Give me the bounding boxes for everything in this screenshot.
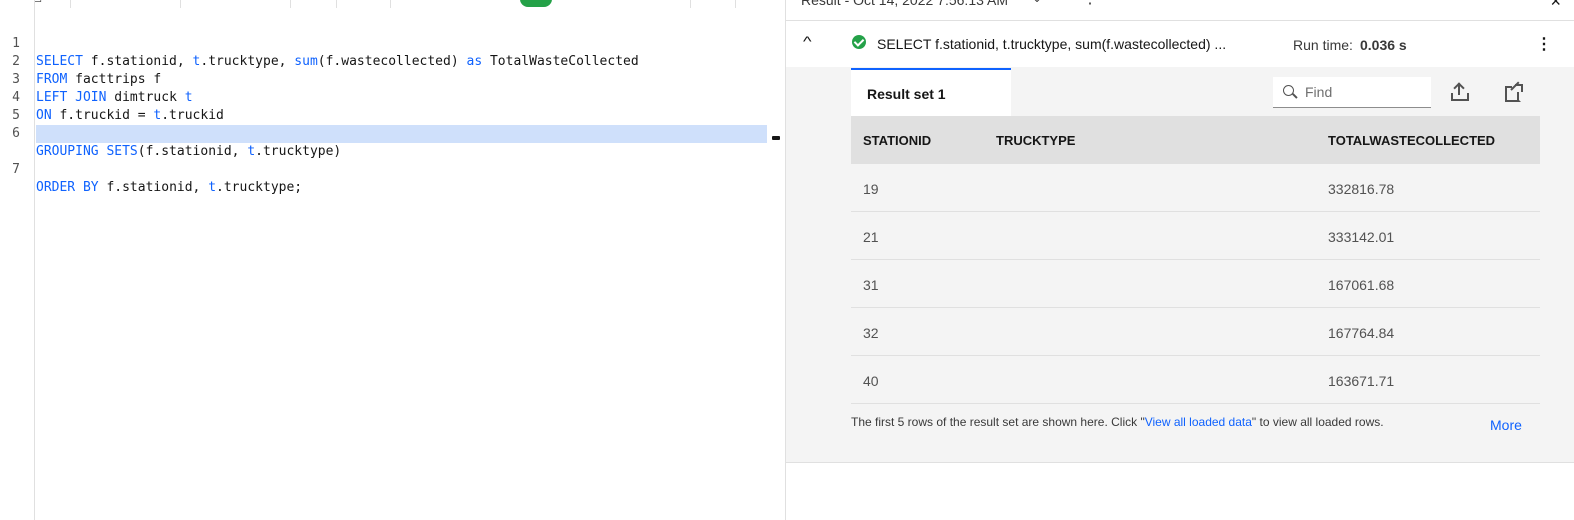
- run-time-value: 0.036 s: [1360, 37, 1407, 53]
- code-line-active: 7 ORDER BY f.stationid, t.trucktype;: [0, 125, 785, 195]
- code-text: GROUPING SETS(f.stationid, t.trucktype): [36, 144, 342, 159]
- more-link[interactable]: More: [1490, 417, 1522, 433]
- resize-handle[interactable]: [772, 136, 780, 140]
- column-header-totalwastecollected[interactable]: TOTALWASTECOLLECTED: [1328, 133, 1495, 148]
- column-header-trucktype[interactable]: TRUCKTYPE: [996, 133, 1075, 148]
- cell-stationid: 40: [863, 373, 879, 389]
- toolbar-divider: [735, 0, 736, 8]
- find-search[interactable]: [1273, 77, 1431, 108]
- table-header: STATIONID TRUCKTYPE TOTALWASTECOLLECTED: [851, 116, 1540, 164]
- code-line: 1 SELECT f.stationid, t.trucktype, sum(f…: [0, 17, 785, 69]
- tab-label: Result set 1: [867, 86, 946, 102]
- close-icon[interactable]: ×: [1550, 0, 1561, 10]
- code-line: 6 GROUPING SETS(f.stationid, t.trucktype…: [0, 107, 785, 159]
- toolbar-divider: [390, 0, 391, 8]
- run-time-label: Run time:: [1293, 37, 1353, 53]
- toolbar-divider: [290, 0, 291, 8]
- overflow-menu-icon[interactable]: ⋮: [1082, 0, 1098, 8]
- table-row[interactable]: 32 167764.84: [851, 308, 1540, 356]
- cell-stationid: 31: [863, 277, 879, 293]
- line-number: 7: [12, 162, 20, 177]
- code-line: 2 FROM facttrips f: [0, 35, 785, 87]
- cell-total: 167061.68: [1328, 277, 1395, 293]
- editor-toolbar: ▭: [0, 0, 785, 8]
- find-input[interactable]: [1303, 83, 1427, 101]
- footnote-suffix: " to view all loaded rows.: [1251, 415, 1384, 429]
- query-result-panel: ^ SELECT f.stationid, t.trucktype, sum(f…: [786, 21, 1574, 463]
- cell-stationid: 21: [863, 229, 879, 245]
- footnote-prefix: The first 5 rows of the result set are s…: [851, 415, 1145, 429]
- cell-stationid: 32: [863, 325, 879, 341]
- chevron-up-icon[interactable]: ^: [803, 33, 812, 49]
- cell-total: 333142.01: [1328, 229, 1395, 245]
- line-highlight: [36, 125, 767, 143]
- code-area[interactable]: 1 SELECT f.stationid, t.trucktype, sum(f…: [0, 17, 785, 195]
- results-header: Result - Oct 14, 2022 7:56:13 AM ⌄ ⋮ ×: [786, 0, 1574, 21]
- column-header-stationid[interactable]: STATIONID: [863, 133, 931, 148]
- table-row[interactable]: 40 163671.71: [851, 356, 1540, 404]
- syntax-assistant-toggle[interactable]: [520, 0, 552, 7]
- results-title[interactable]: Result - Oct 14, 2022 7:56:13 AM: [801, 0, 1008, 8]
- code-line: 5 GROUP BY: [0, 89, 785, 141]
- success-check-icon: [852, 35, 866, 49]
- table-row[interactable]: 21 333142.01: [851, 212, 1540, 260]
- cell-total: 167764.84: [1328, 325, 1395, 341]
- overflow-menu-icon[interactable]: ⋮: [1536, 34, 1552, 54]
- table-row[interactable]: 19 332816.78: [851, 164, 1540, 212]
- sql-editor[interactable]: ▭ 1 SELECT f.stationid, t.trucktype, sum…: [0, 0, 785, 520]
- cell-total: 163671.71: [1328, 373, 1395, 389]
- code-text: ORDER BY f.stationid, t.trucktype;: [36, 180, 303, 195]
- query-text: SELECT f.stationid, t.trucktype, sum(f.w…: [877, 36, 1227, 52]
- results-footnote: The first 5 rows of the result set are s…: [851, 415, 1384, 429]
- query-summary-bar: ^ SELECT f.stationid, t.trucktype, sum(f…: [786, 21, 1574, 67]
- table-row[interactable]: 31 167061.68: [851, 260, 1540, 308]
- popout-icon[interactable]: [1504, 81, 1524, 103]
- code-line: 4 ON f.truckid = t.truckid: [0, 71, 785, 123]
- cell-stationid: 19: [863, 181, 879, 197]
- cell-total: 332816.78: [1328, 181, 1395, 197]
- view-all-loaded-data-link[interactable]: View all loaded data: [1145, 415, 1252, 429]
- toolbar-divider: [70, 0, 71, 8]
- toolbar-divider: [180, 0, 181, 8]
- code-line: 3 LEFT JOIN dimtruck t: [0, 53, 785, 105]
- results-panel: Result - Oct 14, 2022 7:56:13 AM ⌄ ⋮ × ^…: [785, 0, 1574, 520]
- result-table: STATIONID TRUCKTYPE TOTALWASTECOLLECTED …: [851, 116, 1540, 404]
- toolbar-divider: [690, 0, 691, 8]
- chevron-down-icon[interactable]: ⌄: [1032, 0, 1042, 5]
- tab-result-set-1[interactable]: Result set 1: [851, 68, 1011, 118]
- export-icon[interactable]: [1450, 82, 1470, 103]
- search-icon: [1283, 85, 1294, 96]
- toolbar-divider: [336, 0, 337, 8]
